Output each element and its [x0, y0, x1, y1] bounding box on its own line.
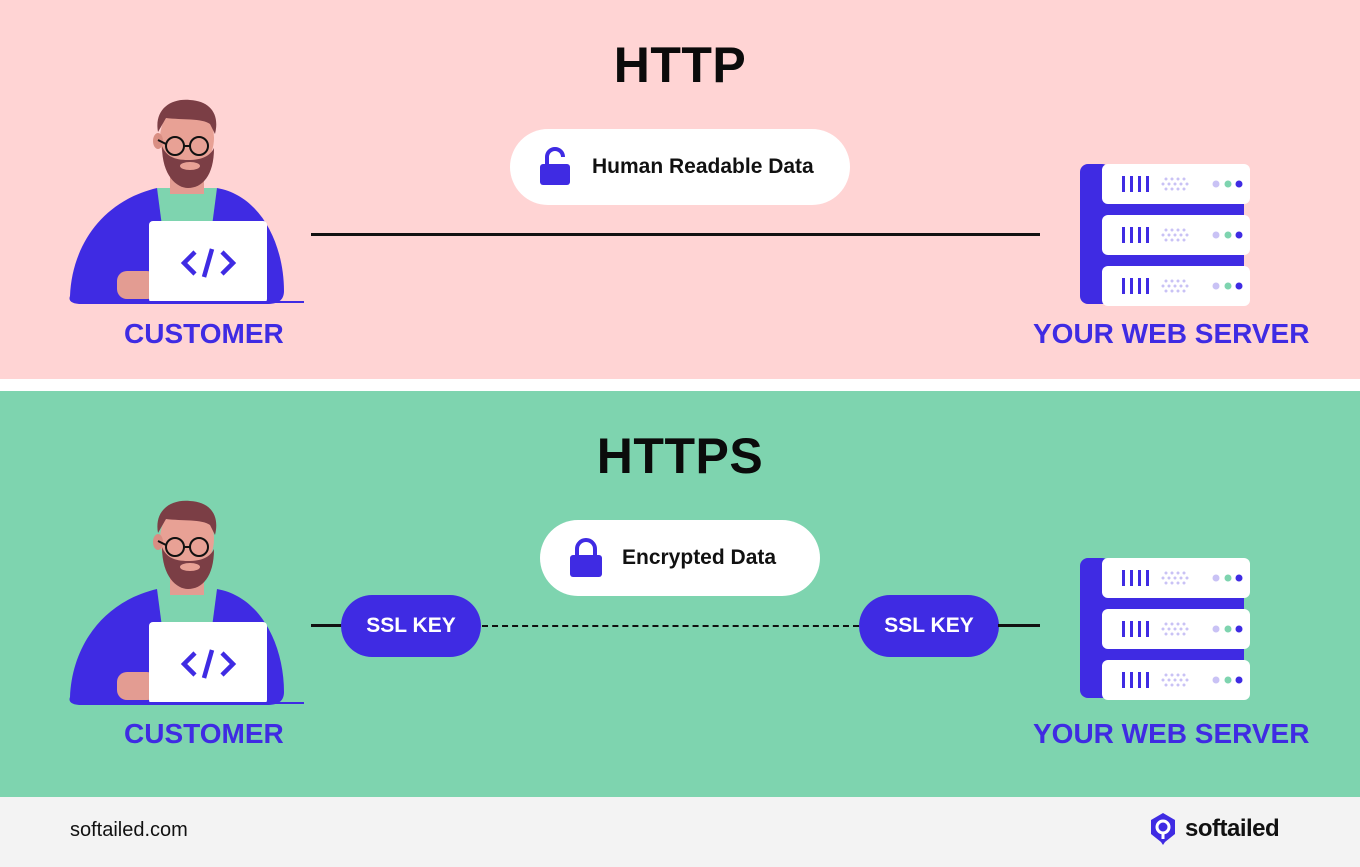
https-title: HTTPS [596, 428, 764, 484]
http-panel: HTTP CUSTOMER Human Readable Data YOUR W… [0, 0, 1360, 379]
customer-label: CUSTOMER [124, 318, 284, 349]
footer-url[interactable]: softailed.com [70, 819, 188, 842]
lock-open-icon [540, 147, 570, 185]
encrypted-data-text: Encrypted Data [622, 546, 777, 569]
https-connection-line-right [998, 624, 1040, 627]
encrypted-data-badge: Encrypted Data [540, 520, 820, 596]
brand-logo: softailed [1149, 812, 1280, 846]
brand-name: softailed [1185, 815, 1280, 842]
web-server-illustration [1080, 558, 1250, 700]
customer-illustration [62, 96, 312, 311]
encrypted-connection-line [482, 625, 859, 627]
lock-closed-icon [570, 538, 602, 577]
web-server-label: YOUR WEB SERVER [1033, 318, 1310, 349]
customer-label: CUSTOMER [124, 718, 284, 749]
web-server-illustration [1080, 164, 1250, 306]
web-server-label: YOUR WEB SERVER [1033, 718, 1310, 749]
softailed-logo-icon [1151, 813, 1175, 845]
http-connection-line [311, 233, 1040, 236]
footer: softailed.com softailed [0, 797, 1360, 867]
human-readable-data-badge: Human Readable Data [510, 129, 850, 205]
ssl-key-customer: SSL KEY [341, 595, 481, 657]
http-title: HTTP [613, 37, 747, 93]
https-panel: HTTPS CUSTOMER SSL KEY SSL KEY Encrypted… [0, 391, 1360, 797]
human-readable-data-text: Human Readable Data [592, 155, 814, 178]
ssl-key-server: SSL KEY [859, 595, 999, 657]
https-connection-line-left [311, 624, 343, 627]
customer-illustration [62, 497, 312, 712]
